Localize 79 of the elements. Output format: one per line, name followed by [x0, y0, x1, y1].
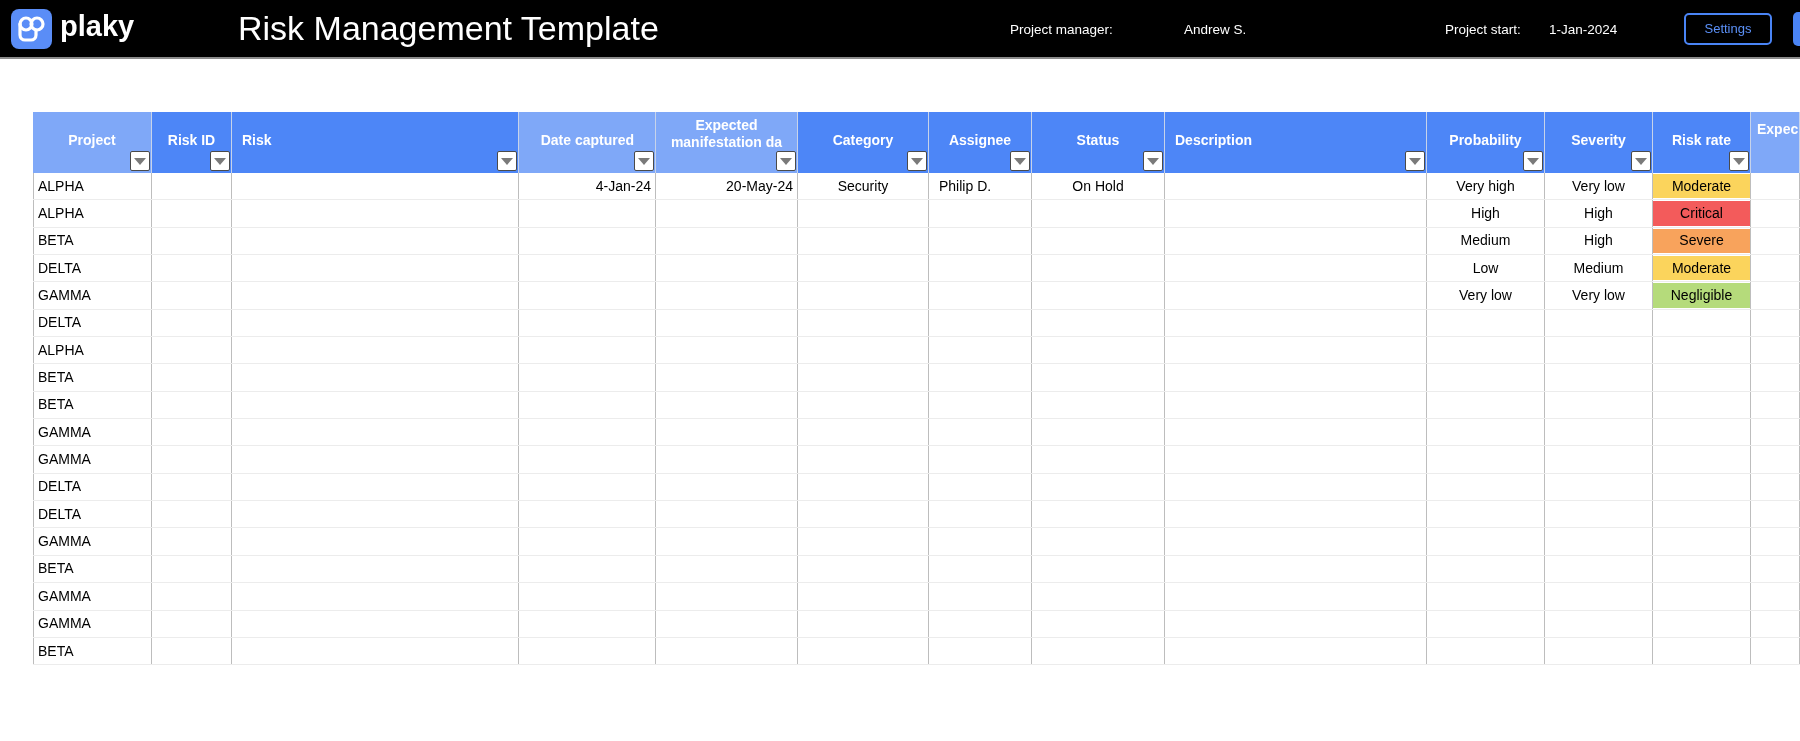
table-cell: High	[1427, 200, 1545, 227]
table-cell: On Hold	[1032, 173, 1165, 200]
header-label: Risk	[242, 131, 272, 150]
table-cell: BETA	[33, 391, 152, 419]
table-cell: GAMMA	[33, 419, 152, 446]
caret-down-icon	[1147, 157, 1159, 165]
caret-down-icon	[1409, 157, 1421, 165]
page-title: Risk Management Template	[238, 8, 659, 47]
table-cell: Low	[1427, 255, 1545, 282]
table-cell: DELTA	[33, 501, 152, 528]
table-cell: ALPHA	[33, 173, 152, 200]
project-start-label: Project start:	[1445, 21, 1521, 37]
settings-button[interactable]: Settings	[1684, 12, 1772, 45]
header-label: Probability	[1449, 131, 1522, 150]
header-label: Assignee	[948, 131, 1012, 150]
caret-down-icon	[1733, 157, 1745, 165]
caret-down-icon	[134, 157, 146, 165]
table-cell: Philip D.	[929, 173, 1032, 200]
header-label: Risk ID	[167, 131, 216, 150]
filter-dropdown-button[interactable]	[1405, 151, 1425, 171]
table-cell: BETA	[33, 637, 152, 665]
filter-dropdown-button[interactable]	[1010, 151, 1030, 171]
header-label: Description	[1175, 131, 1252, 150]
header-label: Risk rate	[1671, 131, 1732, 150]
filter-dropdown-button[interactable]	[1523, 151, 1543, 171]
table-cell: ALPHA	[33, 337, 152, 364]
caret-down-icon	[638, 157, 650, 165]
table-cell: Very high	[1427, 173, 1545, 200]
caret-down-icon	[501, 157, 513, 165]
table-cell: 20-May-24	[656, 173, 798, 200]
table-cell: BETA	[33, 227, 152, 255]
filter-dropdown-button[interactable]	[130, 151, 150, 171]
filter-dropdown-button[interactable]	[634, 151, 654, 171]
caret-down-icon	[1527, 157, 1539, 165]
table-cell: DELTA	[33, 309, 152, 337]
risk-rate-cell: Moderate	[1653, 255, 1750, 282]
risk-rate-cell: Severe	[1653, 227, 1750, 255]
filter-dropdown-button[interactable]	[1143, 151, 1163, 171]
filter-dropdown-button[interactable]	[497, 151, 517, 171]
filter-dropdown-button[interactable]	[907, 151, 927, 171]
risk-rate-cell: Moderate	[1653, 173, 1750, 200]
caret-down-icon	[1014, 157, 1026, 165]
filter-dropdown-button[interactable]	[776, 151, 796, 171]
caret-down-icon	[780, 157, 792, 165]
logo-text: plaky	[60, 12, 135, 44]
logo-icon	[11, 8, 52, 49]
table-cell: ALPHA	[33, 200, 152, 227]
header-label: Project	[68, 131, 116, 150]
table-cell: GAMMA	[33, 583, 152, 610]
project-start-value: 1-Jan-2024	[1549, 21, 1618, 37]
table-cell: DELTA	[33, 473, 152, 501]
project-manager-value: Andrew S.	[1184, 21, 1247, 37]
caret-down-icon	[1635, 157, 1647, 165]
header-label: Expec	[1757, 120, 1799, 139]
table-cell: GAMMA	[33, 282, 152, 309]
table-cell: GAMMA	[33, 610, 152, 637]
project-manager-label: Project manager:	[1010, 21, 1113, 37]
table-cell: 4-Jan-24	[519, 173, 656, 200]
table-cell: DELTA	[33, 255, 152, 282]
table-cell: Very low	[1427, 282, 1545, 309]
table-cell: Medium	[1427, 227, 1545, 255]
filter-dropdown-button[interactable]	[210, 151, 230, 171]
filter-dropdown-button[interactable]	[1631, 151, 1651, 171]
cut-off-button[interactable]	[1793, 11, 1800, 46]
risk-rate-cell: Negligible	[1653, 282, 1750, 309]
header-label: Expected manifestation da	[669, 117, 784, 151]
table-cell: BETA	[33, 364, 152, 391]
table-cell: GAMMA	[33, 528, 152, 555]
caret-down-icon	[214, 157, 226, 165]
table-cell: Security	[798, 173, 929, 200]
header-label: Status	[1076, 131, 1120, 150]
header-label: Severity	[1571, 131, 1626, 150]
filter-dropdown-button[interactable]	[1729, 151, 1749, 171]
header-label: Category	[832, 131, 894, 150]
risk-rate-cell: Critical	[1653, 200, 1750, 227]
header-label: Date captured	[540, 131, 634, 150]
caret-down-icon	[911, 157, 923, 165]
table-cell: GAMMA	[33, 446, 152, 473]
table-cell: BETA	[33, 555, 152, 583]
